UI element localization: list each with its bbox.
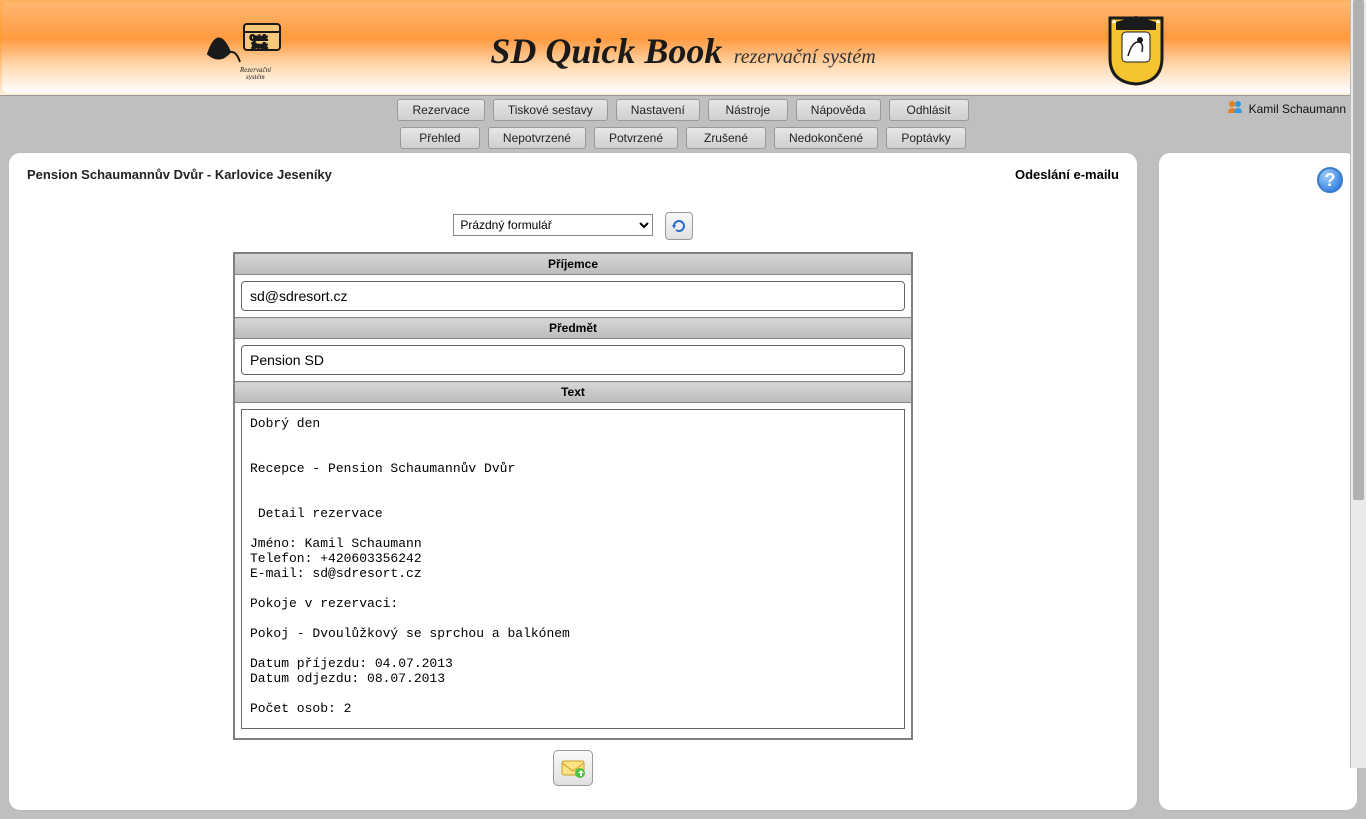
template-select[interactable]: Prázdný formulář [453,214,653,236]
label-subject: Předmět [234,318,912,339]
subnav-zrusene[interactable]: Zrušené [686,127,766,149]
main-nav: Rezervace Tiskové sestavy Nastavení Nást… [0,96,1366,124]
subnav-nepotvrzene[interactable]: Nepotvrzené [488,127,586,149]
subnav-prehled[interactable]: Přehled [400,127,480,149]
nav-nastaveni[interactable]: Nastavení [616,99,700,121]
recipient-input[interactable] [241,281,905,311]
template-row: Prázdný formulář [27,212,1119,240]
email-form: Příjemce Předmět Text [233,252,913,740]
sub-nav: Přehled Nepotvrzené Potvrzené Zrušené Ne… [0,124,1366,152]
nav-tiskove-sestavy[interactable]: Tiskové sestavy [493,99,608,121]
body-textarea[interactable] [241,409,905,729]
subnav-potvrzene[interactable]: Potvrzené [594,127,678,149]
svg-text:Book: Book [252,42,268,50]
user-info: Kamil Schaumann [1227,100,1346,117]
nav-odhlasit[interactable]: Odhlásit [889,99,969,121]
nav-nastroje[interactable]: Nástroje [708,99,788,121]
main-panel: Pension Schaumannův Dvůr - Karlovice Jes… [8,152,1138,811]
svg-text:Quick: Quick [250,34,268,42]
users-icon [1227,100,1243,117]
logo-left: Quick Book Rezervační systém [200,14,288,83]
scrollbar-thumb[interactable] [1353,0,1364,500]
app-header: Quick Book Rezervační systém SD Quick Bo… [0,0,1366,96]
side-panel: ? [1158,152,1358,811]
mail-send-icon [560,757,586,779]
refresh-icon [671,218,687,234]
label-recipient: Příjemce [234,253,912,275]
reload-template-button[interactable] [665,212,693,240]
page-scrollbar[interactable] [1350,0,1366,768]
section-title: Odeslání e-mailu [1015,167,1119,182]
help-button[interactable]: ? [1317,167,1343,193]
crest-logo [1106,14,1166,89]
user-name: Kamil Schaumann [1249,102,1346,116]
subnav-nedokoncene[interactable]: Nedokončené [774,127,878,149]
nav-rezervace[interactable]: Rezervace [397,99,484,121]
svg-text:systém: systém [246,73,265,80]
subject-input[interactable] [241,345,905,375]
subnav-poptavky[interactable]: Poptávky [886,127,966,149]
label-body: Text [234,382,912,403]
send-button[interactable] [553,750,593,786]
app-title: SD Quick Book rezervační systém [490,30,875,72]
nav-napoveda[interactable]: Nápověda [796,99,881,121]
page-title: Pension Schaumannův Dvůr - Karlovice Jes… [27,167,1119,182]
